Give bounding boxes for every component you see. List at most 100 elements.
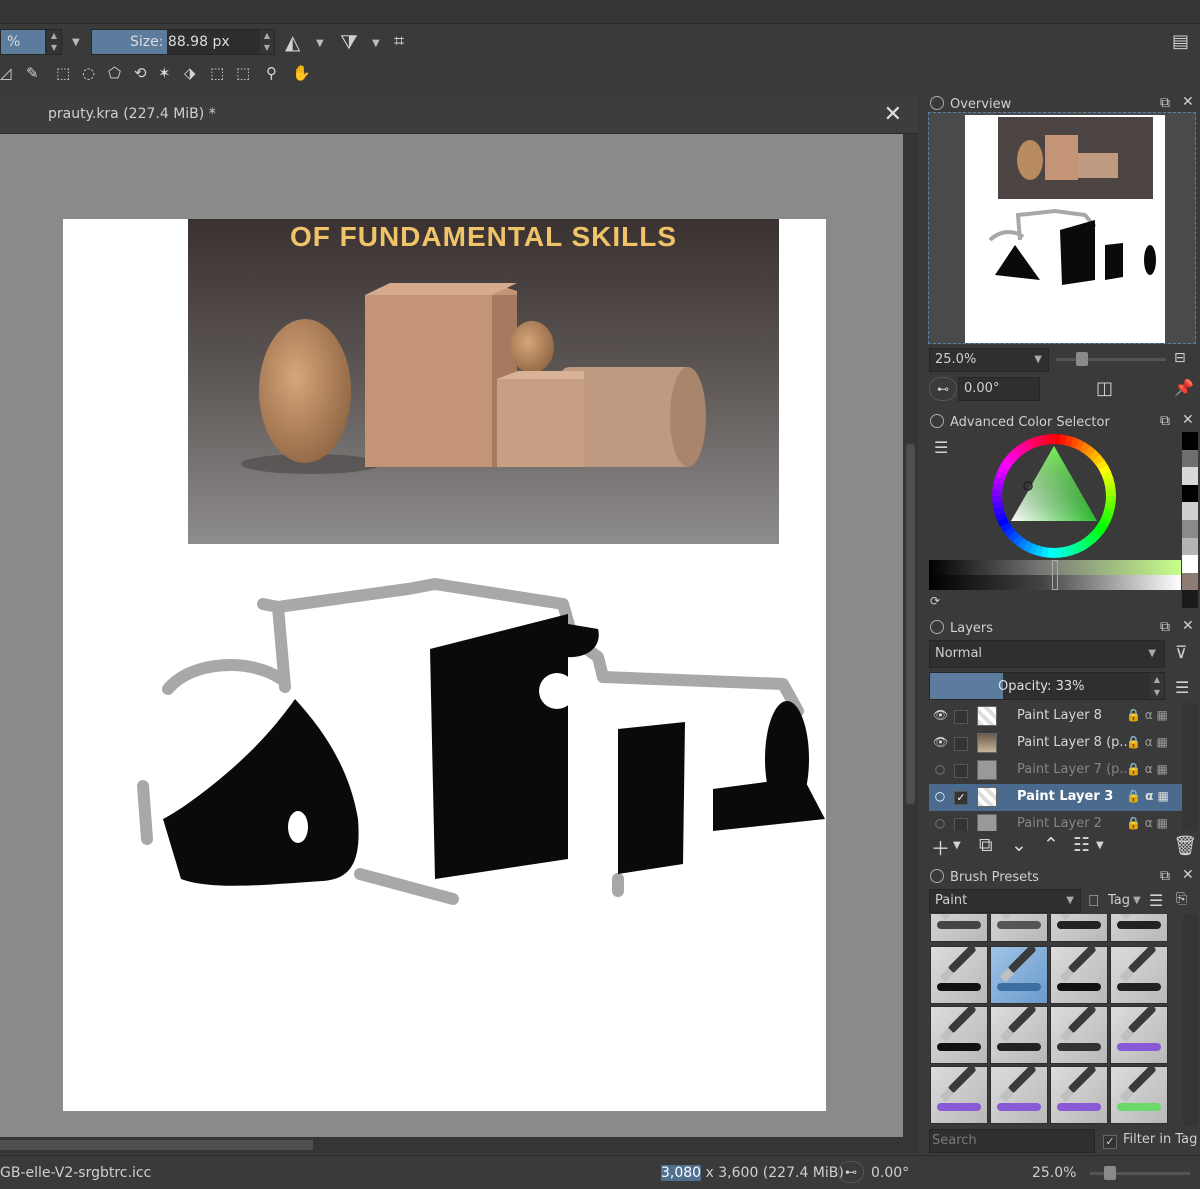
brush-preset-tile[interactable]	[1110, 914, 1168, 942]
layer-row[interactable]: ○ ✓ Paint Layer 3 🔒 α ▦	[929, 784, 1182, 811]
color-wheel[interactable]	[990, 432, 1118, 560]
overview-thumbnail[interactable]	[928, 112, 1196, 344]
layer-properties-dropdown-icon[interactable]: ▼	[1096, 840, 1104, 851]
layer-flags-icons[interactable]: 🔒 α ▦	[1126, 816, 1168, 830]
color-gradient-handle[interactable]	[1052, 560, 1058, 590]
zoom-tool-icon[interactable]: ⚲	[266, 64, 277, 82]
brush-preset-tile[interactable]	[1110, 944, 1168, 1004]
canvas-horizontal-scrollbar[interactable]	[0, 1137, 918, 1153]
layer-select-checkbox[interactable]	[954, 737, 968, 751]
layer-flags-icons[interactable]: 🔒 α ▦	[1126, 735, 1168, 749]
brush-preset-grid[interactable]	[930, 914, 1170, 1126]
brush-preset-tile[interactable]	[1050, 1064, 1108, 1124]
history-swatch[interactable]	[1182, 484, 1198, 503]
layer-select-checkbox[interactable]	[954, 818, 968, 831]
brush-preset-tile[interactable]	[1110, 1064, 1168, 1124]
layers-menu-icon[interactable]: ☰	[1175, 678, 1189, 697]
history-swatch[interactable]	[1182, 467, 1198, 485]
eye-hidden-icon[interactable]: ○	[933, 762, 947, 776]
brush-preset-tile[interactable]	[1050, 1004, 1108, 1064]
measure-tool-icon[interactable]: ◿	[0, 64, 12, 82]
tag-dropdown-icon[interactable]: ▼	[1133, 895, 1141, 906]
brush-preset-tile[interactable]	[930, 1064, 988, 1124]
layer-row[interactable]: ○ Paint Layer 7 (p... 🔒 α ▦	[929, 757, 1182, 784]
brush-preset-tile[interactable]	[1050, 914, 1108, 942]
layer-select-checkbox[interactable]	[954, 710, 968, 724]
layer-row[interactable]: 👁 Paint Layer 8 (p... 🔒 α ▦	[929, 730, 1182, 757]
history-swatch[interactable]	[1182, 519, 1198, 538]
overview-zoom-slider-knob[interactable]	[1076, 352, 1088, 366]
brush-presets-float-icon[interactable]: ⧉	[1160, 868, 1170, 884]
filter-in-tag-checkbox[interactable]: ✓ Filter in Tag	[1103, 1132, 1197, 1149]
brush-presets-close-icon[interactable]: ✕	[1182, 867, 1194, 883]
move-layer-down-icon[interactable]: ⌄	[1011, 834, 1027, 856]
brush-preset-tile[interactable]	[1050, 944, 1108, 1004]
assistant-tool-icon[interactable]: ✎	[26, 64, 39, 82]
magic-wand-icon[interactable]: ✶	[158, 64, 171, 82]
brush-search-input[interactable]: Search	[929, 1129, 1095, 1153]
eye-hidden-icon[interactable]: ○	[933, 789, 947, 803]
layer-opacity-field[interactable]: Opacity: 33% ▲ ▼	[929, 672, 1165, 700]
layer-list[interactable]: 👁 Paint Layer 8 🔒 α ▦ 👁 Paint Layer 8 (p... 🔒…	[929, 703, 1182, 831]
layer-opacity-spinner[interactable]: ▲ ▼	[1150, 673, 1164, 699]
opacity-dropdown-icon[interactable]: ▼	[72, 37, 80, 48]
overview-float-icon[interactable]: ⧉	[1160, 95, 1170, 111]
layer-properties-icon[interactable]: ☷	[1073, 834, 1090, 856]
history-swatch[interactable]	[1182, 537, 1198, 556]
status-rotation[interactable]: 0.00°	[871, 1165, 909, 1181]
pin-icon[interactable]: 📌	[1174, 378, 1194, 397]
layer-flags-icons[interactable]: 🔒 α ▦	[1126, 789, 1169, 803]
history-swatch[interactable]	[1182, 449, 1198, 468]
canvas-view[interactable]: OF FUNDAMENTAL SKILLS	[0, 134, 903, 1137]
history-swatch[interactable]	[1182, 555, 1198, 573]
add-layer-icon[interactable]: ＋	[931, 834, 950, 861]
eye-hidden-icon[interactable]: ○	[933, 816, 947, 830]
polygon-select-icon[interactable]: ⬠	[108, 64, 121, 82]
add-layer-dropdown-icon[interactable]: ▼	[953, 840, 961, 851]
history-swatch[interactable]	[1182, 572, 1198, 591]
docker-lock-icon[interactable]	[930, 620, 944, 634]
rotation-dial-icon[interactable]: ⊷	[929, 377, 957, 401]
brush-preset-tile[interactable]	[1110, 1004, 1168, 1064]
filter-icon[interactable]: ⊽	[1175, 643, 1187, 663]
docker-lock-icon[interactable]	[930, 414, 944, 428]
brush-preset-tile[interactable]	[930, 944, 988, 1004]
document-tab[interactable]: prauty.kra (227.4 MiB) * ✕	[0, 96, 918, 134]
close-document-icon[interactable]: ✕	[884, 102, 902, 127]
docker-lock-icon[interactable]	[930, 96, 944, 110]
brush-preset-tile[interactable]	[930, 914, 988, 942]
brush-preset-tile[interactable]	[990, 1004, 1048, 1064]
duplicate-layer-icon[interactable]: ⧉	[979, 834, 993, 856]
fit-view-icon[interactable]: ⊟	[1174, 350, 1186, 366]
blend-mode-select[interactable]: Normal ▼	[929, 640, 1165, 668]
brush-view-icon[interactable]: ⎘	[1176, 891, 1187, 907]
canvas-vertical-scrollbar[interactable]	[903, 134, 918, 1137]
opacity-field[interactable]: % ▲ ▼	[0, 29, 62, 55]
similar-select-icon[interactable]: ⬗	[184, 64, 196, 82]
history-swatch[interactable]	[1182, 432, 1198, 450]
status-zoom-knob[interactable]	[1104, 1166, 1116, 1180]
brush-preset-tile[interactable]	[990, 914, 1048, 942]
layers-float-icon[interactable]: ⧉	[1160, 619, 1170, 635]
layer-flags-icons[interactable]: 🔒 α ▦	[1126, 708, 1168, 722]
brush-category-select[interactable]: Paint ▼	[929, 889, 1081, 913]
mirror-view-icon[interactable]: ◫	[1096, 378, 1113, 399]
brush-size-field[interactable]: Size: 88.98 px ▲ ▼	[91, 29, 275, 55]
move-layer-up-icon[interactable]: ⌃	[1043, 834, 1059, 856]
layer-row[interactable]: 👁 Paint Layer 8 🔒 α ▦	[929, 703, 1182, 730]
color-selector-close-icon[interactable]: ✕	[1182, 412, 1194, 428]
layers-close-icon[interactable]: ✕	[1182, 618, 1194, 634]
freehand-select-icon[interactable]: ⟲	[134, 64, 147, 82]
delete-layer-icon[interactable]: 🗑	[1173, 834, 1197, 857]
layer-select-checkbox[interactable]	[954, 764, 968, 778]
color-history-strip[interactable]	[1182, 432, 1198, 608]
brush-grid-scrollbar[interactable]	[1183, 914, 1198, 1126]
mirror-v-dropdown-icon[interactable]: ▼	[372, 38, 380, 49]
overview-rotation-field[interactable]: 0.00°	[958, 377, 1040, 401]
refresh-icon[interactable]: ⟳	[930, 594, 940, 608]
layer-flags-icons[interactable]: 🔒 α ▦	[1126, 762, 1168, 776]
tag-label[interactable]: Tag	[1108, 893, 1130, 908]
ellipse-select-icon[interactable]: ◌	[82, 64, 95, 82]
rect-select-icon[interactable]: ⬚	[56, 64, 70, 82]
tag-icon[interactable]: ⎕	[1089, 891, 1099, 911]
